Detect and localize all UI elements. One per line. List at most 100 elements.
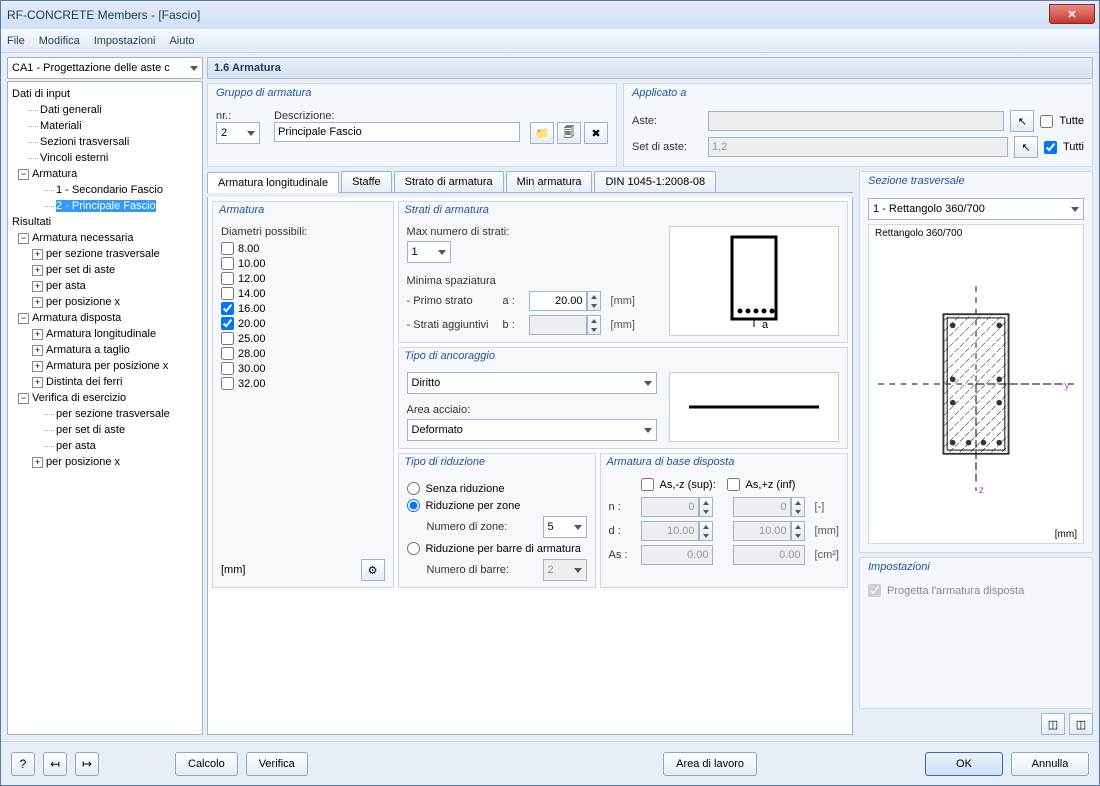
menu-file[interactable]: File: [7, 35, 25, 47]
diameter-check[interactable]: 30.00: [221, 362, 385, 375]
tab-staffe[interactable]: Staffe: [341, 171, 392, 192]
expand-icon[interactable]: +: [32, 297, 43, 308]
tree-item[interactable]: per asta: [46, 280, 86, 292]
tab-din[interactable]: DIN 1045-1:2008-08: [594, 171, 716, 192]
tutti-check[interactable]: Tutti: [1044, 141, 1084, 154]
ancoraggio-select[interactable]: Diritto: [407, 372, 657, 394]
radio-senza[interactable]: Senza riduzione: [407, 482, 587, 495]
diameter-check[interactable]: 14.00: [221, 287, 385, 300]
diameter-check[interactable]: 25.00: [221, 332, 385, 345]
tree-item[interactable]: Armatura a taglio: [46, 344, 130, 356]
collapse-icon[interactable]: −: [18, 233, 29, 244]
desc-input[interactable]: [274, 122, 520, 142]
set-input: [708, 137, 1008, 157]
expand-icon[interactable]: +: [32, 329, 43, 340]
a-spinner[interactable]: [529, 291, 601, 311]
diameter-check[interactable]: 20.00: [221, 317, 385, 330]
tree-item[interactable]: Distinta dei ferri: [46, 376, 122, 388]
tree-item[interactable]: per posizione x: [46, 296, 120, 308]
expand-icon[interactable]: +: [32, 457, 43, 468]
expand-icon[interactable]: +: [32, 377, 43, 388]
nav-tree[interactable]: Dati di input Dati generali Materiali Se…: [7, 81, 203, 735]
tree-item[interactable]: Vincoli esterni: [40, 152, 108, 164]
menu-modifica[interactable]: Modifica: [39, 35, 80, 47]
max-strati-select[interactable]: 1: [407, 241, 451, 263]
panel-impostazioni: Impostazioni Progetta l'armatura dispost…: [859, 557, 1093, 709]
tree-item[interactable]: Materiali: [40, 120, 82, 132]
tree-item[interactable]: per sezione trasversale: [56, 408, 170, 420]
diameter-check[interactable]: 10.00: [221, 257, 385, 270]
nav-next-button[interactable]: ↦: [75, 752, 99, 776]
diameter-check[interactable]: 8.00: [221, 242, 385, 255]
strati-preview-icon: a: [724, 231, 784, 331]
expand-icon[interactable]: +: [32, 249, 43, 260]
tree-arm-req[interactable]: Armatura necessaria: [32, 232, 134, 244]
calcolo-button[interactable]: Calcolo: [175, 752, 238, 776]
collapse-icon[interactable]: −: [18, 393, 29, 404]
tree-ver-eser[interactable]: Verifica di esercizio: [32, 392, 126, 404]
diameter-check[interactable]: 32.00: [221, 377, 385, 390]
delete-group-button[interactable]: ✖: [584, 122, 608, 144]
tree-results-header[interactable]: Risultati: [10, 214, 200, 230]
diameter-check[interactable]: 16.00: [221, 302, 385, 315]
tree-item[interactable]: per asta: [56, 440, 96, 452]
expand-icon[interactable]: +: [32, 281, 43, 292]
new-group-button[interactable]: 📁: [530, 122, 554, 144]
ok-button[interactable]: OK: [925, 752, 1003, 776]
tree-item[interactable]: 1 - Secondario Fascio: [56, 184, 163, 196]
area-select[interactable]: Deformato: [407, 419, 657, 441]
help-button[interactable]: ?: [11, 752, 35, 776]
menu-aiuto[interactable]: Aiuto: [169, 35, 194, 47]
tab-strato[interactable]: Strato di armatura: [394, 171, 504, 192]
num-zone-select[interactable]: 5: [543, 516, 587, 538]
d2-spinner: [733, 521, 805, 541]
close-button[interactable]: ✕: [1049, 4, 1095, 24]
pick-aste-button[interactable]: ↖: [1010, 110, 1034, 132]
collapse-icon[interactable]: −: [18, 313, 29, 324]
copy-group-button[interactable]: 🗐: [557, 122, 581, 144]
ancoraggio-preview: [669, 372, 839, 442]
as-inf-check[interactable]: As,+z (inf): [727, 478, 807, 491]
tree-item-selected[interactable]: 2 - Principale Fascio: [56, 200, 156, 212]
pick-set-button[interactable]: ↖: [1014, 136, 1038, 158]
expand-icon[interactable]: +: [32, 345, 43, 356]
tree-input-header[interactable]: Dati di input: [10, 86, 200, 102]
annulla-button[interactable]: Annulla: [1011, 752, 1089, 776]
tab-min[interactable]: Min armatura: [506, 171, 593, 192]
tree-item[interactable]: Armatura longitudinale: [46, 328, 156, 340]
nr-select[interactable]: 2: [216, 122, 260, 144]
menu-impostazioni[interactable]: Impostazioni: [94, 35, 156, 47]
tab-armatura-long[interactable]: Armatura longitudinale: [207, 172, 339, 193]
tree-item[interactable]: per set di aste: [46, 264, 115, 276]
tree-arm-disp[interactable]: Armatura disposta: [32, 312, 121, 324]
area-lavoro-button[interactable]: Area di lavoro: [663, 752, 757, 776]
tree-item[interactable]: per sezione trasversale: [46, 248, 160, 260]
aste-label: Aste:: [632, 115, 702, 127]
tree-armatura[interactable]: Armatura: [32, 168, 77, 180]
radio-zone[interactable]: Riduzione per zone: [407, 499, 587, 512]
layout-button-1[interactable]: ◫: [1041, 713, 1065, 735]
tree-item[interactable]: Dati generali: [40, 104, 102, 116]
diameter-settings-button[interactable]: ⚙: [361, 559, 385, 581]
tree-item[interactable]: Armatura per posizione x: [46, 360, 168, 372]
expand-icon[interactable]: +: [32, 361, 43, 372]
layout-button-2[interactable]: ◫: [1069, 713, 1093, 735]
tutte-check[interactable]: Tutte: [1040, 115, 1084, 128]
radio-barre[interactable]: Riduzione per barre di armatura: [407, 542, 587, 555]
desc-label: Descrizione:: [274, 110, 520, 122]
case-selector[interactable]: CA1 - Progettazione delle aste c: [7, 57, 203, 79]
min-spaz-label: Minima spaziatura: [407, 275, 657, 287]
diameter-check[interactable]: 28.00: [221, 347, 385, 360]
verifica-button[interactable]: Verifica: [246, 752, 308, 776]
tree-item[interactable]: per posizione x: [46, 456, 120, 468]
sezione-select[interactable]: 1 - Rettangolo 360/700: [868, 198, 1084, 220]
nav-prev-button[interactable]: ↤: [43, 752, 67, 776]
expand-icon[interactable]: +: [32, 265, 43, 276]
tree-item[interactable]: per set di aste: [56, 424, 125, 436]
collapse-icon[interactable]: −: [18, 169, 29, 180]
unit-label: [mm]: [221, 564, 245, 576]
as-sup-check[interactable]: As,-z (sup):: [641, 478, 721, 491]
diameter-check[interactable]: 12.00: [221, 272, 385, 285]
tree-item[interactable]: Sezioni trasversali: [40, 136, 129, 148]
panel-riduzione: Tipo di riduzione Senza riduzione Riduzi…: [398, 453, 596, 588]
